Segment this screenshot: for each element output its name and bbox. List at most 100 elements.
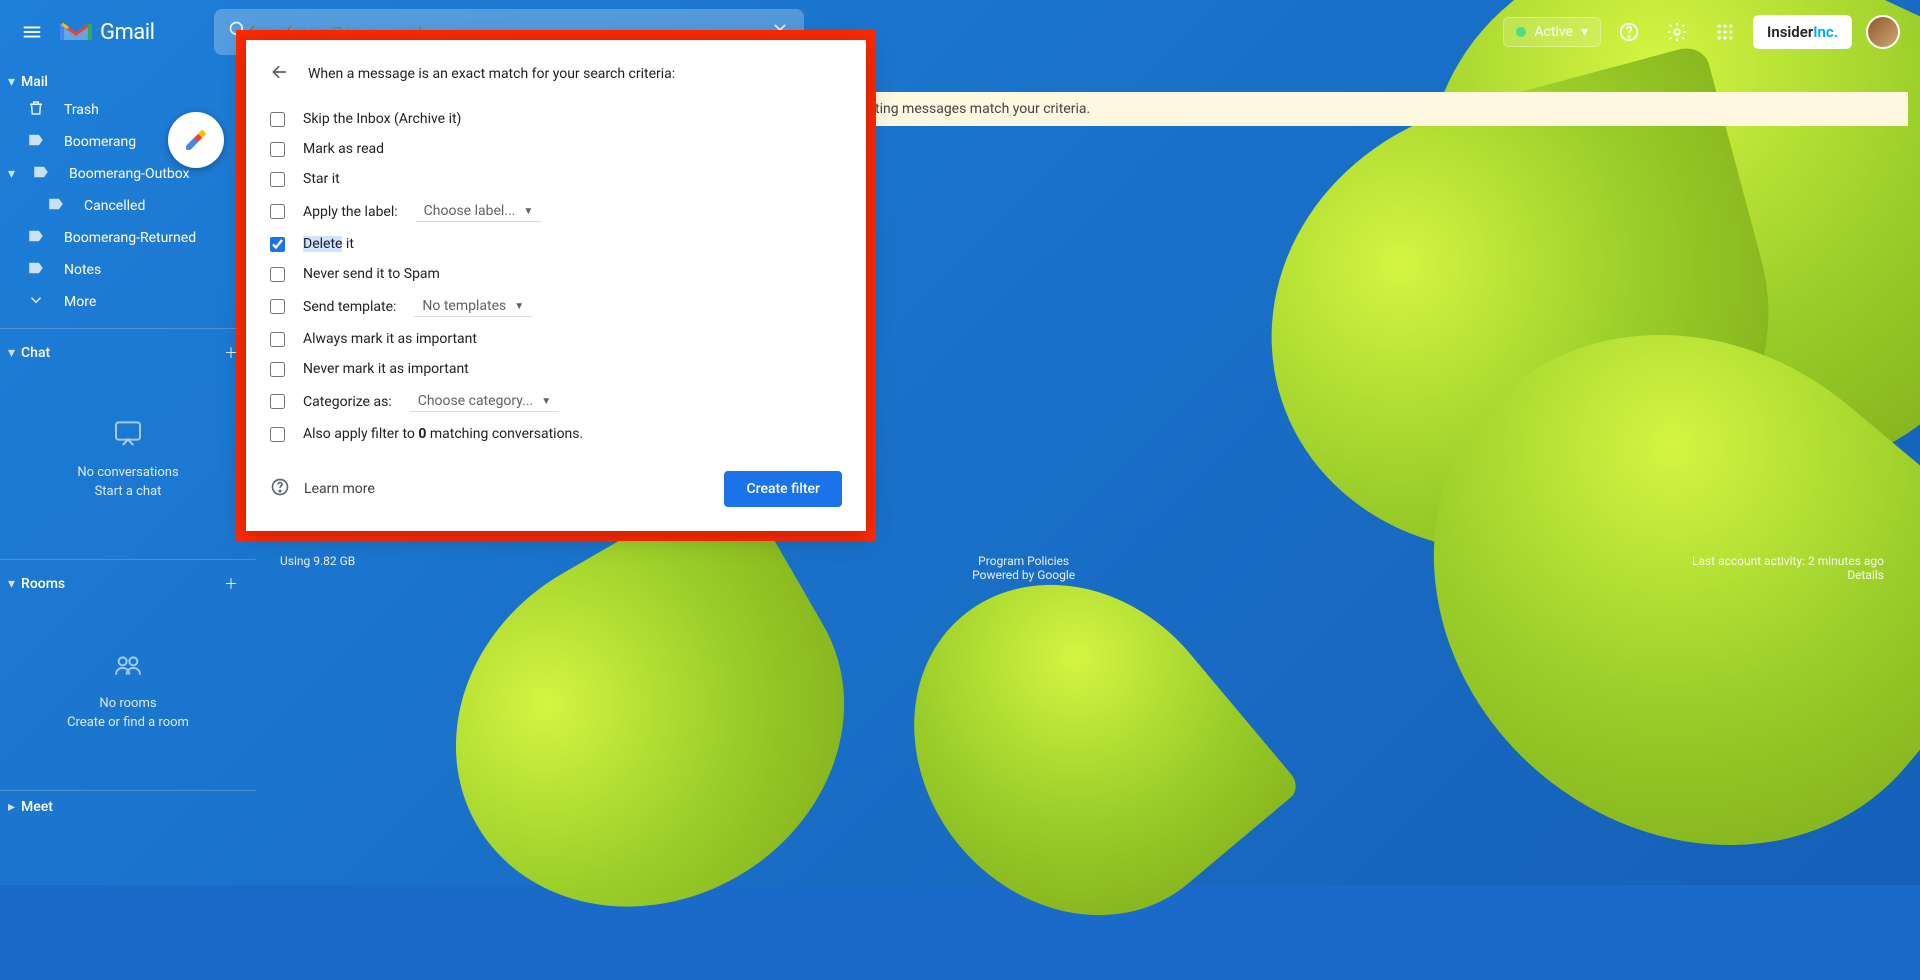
filter-option-row: Star it [246,164,866,194]
filter-option-checkbox[interactable] [270,394,285,409]
create-filter-button[interactable]: Create filter [724,471,842,507]
status-label: Active [1534,24,1573,40]
chat-empty-state: No conversations Start a chat [0,367,256,549]
storage-text: Using 9.82 GB [280,554,355,582]
footer-info: Using 9.82 GB Program Policies Powered b… [256,554,1908,582]
more-icon [26,291,46,313]
filter-option-row: Always mark it as important [246,324,866,354]
filter-option-checkbox[interactable] [270,362,285,377]
sidebar-section-mail[interactable]: ▾ Mail [0,70,256,94]
filter-option-label: Never mark it as important [303,361,469,377]
program-policies-link[interactable]: Program Policies [972,554,1075,568]
chevron-down-icon: ▾ [8,74,15,90]
filter-option-checkbox[interactable] [270,332,285,347]
chevron-down-icon: ▾ [8,576,15,592]
filter-actions-panel: When a message is an exact match for you… [246,40,866,531]
filter-option-checkbox[interactable] [270,112,285,127]
apps-button[interactable] [1705,12,1745,52]
filter-option-checkbox[interactable] [270,142,285,157]
filter-option-row: Send template: No templates▼ [246,289,866,324]
nav-item-label: Notes [64,262,101,278]
filter-option-checkbox[interactable] [270,204,285,219]
filter-option-row: Never send it to Spam [246,259,866,289]
gmail-logo[interactable]: Gmail [60,20,154,45]
add-room-icon[interactable]: ＋ [224,574,238,594]
filter-option-row: Never mark it as important [246,354,866,384]
filter-option-row: Apply the label: Choose label...▼ [246,194,866,229]
filter-option-row: Mark as read [246,134,866,164]
filter-option-checkbox[interactable] [270,299,285,314]
filter-option-checkbox[interactable] [270,172,285,187]
filter-option-dropdown[interactable]: Choose label...▼ [416,201,542,222]
filter-option-checkbox[interactable] [270,427,285,442]
filter-option-dropdown[interactable]: No templates▼ [414,296,532,317]
filter-panel-title: When a message is an exact match for you… [308,66,675,82]
mail-section-label: Mail [21,74,48,90]
chevron-down-icon: ▾ [1581,24,1588,40]
chevron-down-icon: ▾ [8,166,15,182]
help-icon[interactable] [270,477,290,501]
filter-option-row: Also apply filter to 0 matching conversa… [246,419,866,449]
label-icon [46,195,66,217]
last-activity-text: Last account activity: 2 minutes ago [1692,554,1884,568]
filter-option-label: Apply the label: [303,204,398,220]
nav-item-label: Boomerang-Outbox [69,166,190,182]
filter-option-row: Categorize as: Choose category...▼ [246,384,866,419]
back-button[interactable] [270,62,290,86]
nav-item-label: Boomerang [64,134,136,150]
filter-option-label: Send template: [303,299,396,315]
rooms-icon [112,648,144,680]
filter-option-label: Never send it to Spam [303,266,440,282]
nav-item-label: More [64,294,96,310]
chat-section-label: Chat [21,345,50,361]
chevron-down-icon: ▼ [514,301,524,312]
sidebar-item-boomerang-outbox[interactable]: ▾ Boomerang-Outbox [0,158,256,190]
chevron-down-icon: ▾ [8,345,15,361]
support-button[interactable] [1609,12,1649,52]
gmail-logo-text: Gmail [100,20,154,45]
powered-by-text: Powered by Google [972,568,1075,582]
label-icon [31,163,51,185]
filter-option-checkbox[interactable] [270,237,285,252]
rooms-section-label: Rooms [21,576,65,592]
chevron-down-icon: ▼ [523,206,533,217]
sidebar-section-chat[interactable]: ▾ Chat ＋ [0,339,256,367]
filter-option-label: Also apply filter to 0 matching conversa… [303,426,583,442]
trash-icon [26,99,46,121]
sidebar-item-notes[interactable]: Notes [0,254,256,286]
learn-more-link[interactable]: Learn more [304,481,375,497]
main-menu-button[interactable] [8,8,56,56]
chevron-down-icon: ▼ [541,396,551,407]
sidebar-section-rooms[interactable]: ▾ Rooms ＋ [0,570,256,598]
filter-option-row: Skip the Inbox (Archive it) [246,104,866,134]
label-icon [26,259,46,281]
chat-icon [112,417,144,449]
filter-option-dropdown[interactable]: Choose category...▼ [410,391,559,412]
status-dot-icon [1516,27,1526,37]
org-badge: InsiderInc. [1753,15,1852,49]
chevron-right-icon: ▸ [8,799,15,815]
label-icon [26,227,46,249]
nav-item-label: Trash [64,102,99,118]
filter-option-label: Skip the Inbox (Archive it) [303,111,461,127]
sidebar-item-boomerang-returned[interactable]: Boomerang-Returned [0,222,256,254]
sidebar-section-meet[interactable]: ▸ Meet [0,795,256,819]
filter-option-label: Star it [303,171,340,187]
status-chip[interactable]: Active ▾ [1503,17,1601,47]
filter-option-label: Delete it [303,236,354,252]
meet-section-label: Meet [21,799,53,815]
details-link[interactable]: Details [1692,568,1884,582]
filter-option-row: Delete it [246,229,866,259]
compose-button[interactable] [168,112,224,168]
nav-item-label: Boomerang-Returned [64,230,196,246]
filter-option-label: Always mark it as important [303,331,477,347]
filter-option-label: Mark as read [303,141,384,157]
filter-option-label: Categorize as: [303,394,392,410]
sidebar-item-more[interactable]: More [0,286,256,318]
account-avatar[interactable] [1866,15,1900,49]
settings-button[interactable] [1657,12,1697,52]
filter-panel-highlight: When a message is an exact match for you… [236,30,876,541]
rooms-empty-state: No rooms Create or find a room [0,598,256,780]
sidebar-item-cancelled[interactable]: Cancelled [0,190,256,222]
filter-option-checkbox[interactable] [270,267,285,282]
